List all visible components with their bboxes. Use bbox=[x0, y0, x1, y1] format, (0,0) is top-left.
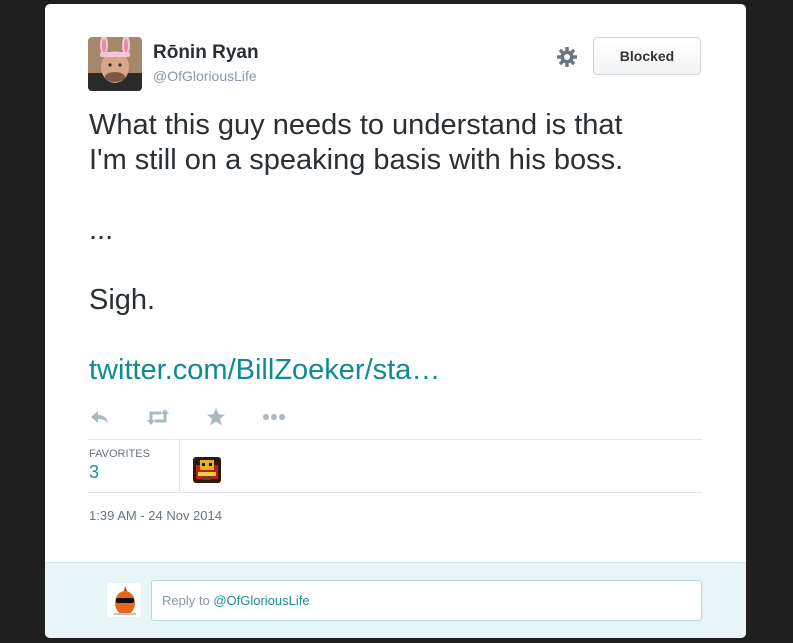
tweet-text-line: What this guy needs to understand is tha… bbox=[89, 109, 623, 141]
favoriter-avatar[interactable] bbox=[193, 457, 221, 483]
tweet-stats: FAVORITES 3 bbox=[88, 440, 702, 492]
author-avatar[interactable] bbox=[88, 37, 142, 91]
favorites-label: FAVORITES bbox=[89, 448, 150, 460]
reply-mention: @OfGloriousLife bbox=[213, 593, 310, 608]
tweet-link[interactable]: twitter.com/BillZoeker/sta… bbox=[89, 354, 440, 386]
more-icon[interactable] bbox=[261, 406, 287, 428]
tweet-link-line: twitter.com/BillZoeker/sta… bbox=[89, 353, 699, 388]
tweet-card: Rōnin Ryan @OfGloriousLife Blocked What … bbox=[45, 4, 746, 638]
reply-input[interactable]: Reply to @OfGloriousLife bbox=[151, 580, 702, 621]
gear-icon[interactable] bbox=[555, 45, 579, 69]
favorites-count[interactable]: 3 bbox=[89, 462, 99, 483]
tweet-text-line: I'm still on a speaking basis with his b… bbox=[89, 144, 624, 176]
reply-placeholder: Reply to @OfGloriousLife bbox=[162, 593, 310, 608]
author-handle[interactable]: @OfGloriousLife bbox=[153, 68, 257, 84]
tweet-sigh-line: Sigh. bbox=[89, 284, 156, 316]
reply-icon[interactable] bbox=[89, 406, 115, 428]
tweet-text: What this guy needs to understand is tha… bbox=[89, 108, 699, 388]
stats-separator bbox=[179, 440, 180, 492]
stats-bottom-divider bbox=[88, 492, 702, 493]
reply-prefix: Reply to bbox=[162, 593, 214, 608]
author-display-name[interactable]: Rōnin Ryan bbox=[153, 42, 259, 64]
retweet-icon[interactable] bbox=[145, 406, 171, 428]
favorite-icon[interactable] bbox=[205, 406, 231, 428]
current-user-avatar bbox=[107, 583, 141, 617]
reply-area: Reply to @OfGloriousLife bbox=[45, 562, 746, 638]
tweet-ellipsis-line: ... bbox=[89, 214, 114, 246]
blocked-button[interactable]: Blocked bbox=[593, 37, 701, 75]
tweet-timestamp[interactable]: 1:39 AM - 24 Nov 2014 bbox=[89, 508, 222, 523]
